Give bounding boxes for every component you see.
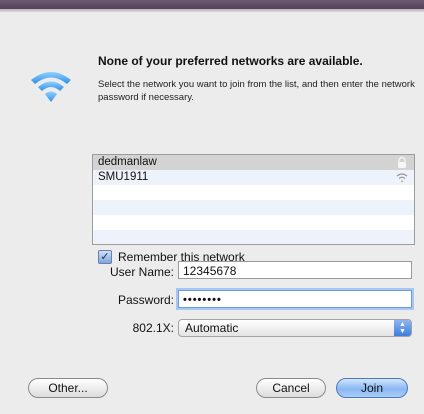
dialog-heading: None of your preferred networks are avai… [98,54,363,68]
username-label: User Name: [109,265,174,279]
network-row-empty [93,230,414,244]
auth-method-label: 802.1X: [132,321,174,335]
network-name: dedmanlaw [98,156,157,168]
wifi-icon [31,72,71,102]
auth-method-select[interactable]: Automatic ▲ ▼ [178,319,412,337]
other-button[interactable]: Other... [28,378,108,398]
password-label: Password: [117,293,174,307]
cancel-button[interactable]: Cancel [256,378,326,398]
network-row-empty [93,185,414,200]
wifi-signal-icon [396,173,408,183]
network-list[interactable]: dedmanlaw SMU1911 [92,154,415,245]
wifi-join-dialog: None of your preferred networks are avai… [8,14,418,410]
network-name: SMU1911 [98,171,149,183]
password-field[interactable]: •••••••• [178,290,412,308]
network-row-smu1911[interactable]: SMU1911 [93,170,414,185]
lock-icon [398,157,406,168]
network-row-dedmanlaw[interactable]: dedmanlaw [93,155,414,170]
select-arrows-icon: ▲ ▼ [394,320,411,336]
window-titlebar [0,0,424,12]
username-field[interactable]: 12345678 [178,261,412,279]
auth-method-value: Automatic [185,321,239,335]
network-row-empty [93,200,414,215]
remember-network-checkbox[interactable]: ✓ [98,250,112,264]
network-row-empty [93,215,414,230]
dialog-description: Select the network you want to join from… [98,79,415,103]
join-button[interactable]: Join [336,378,408,398]
